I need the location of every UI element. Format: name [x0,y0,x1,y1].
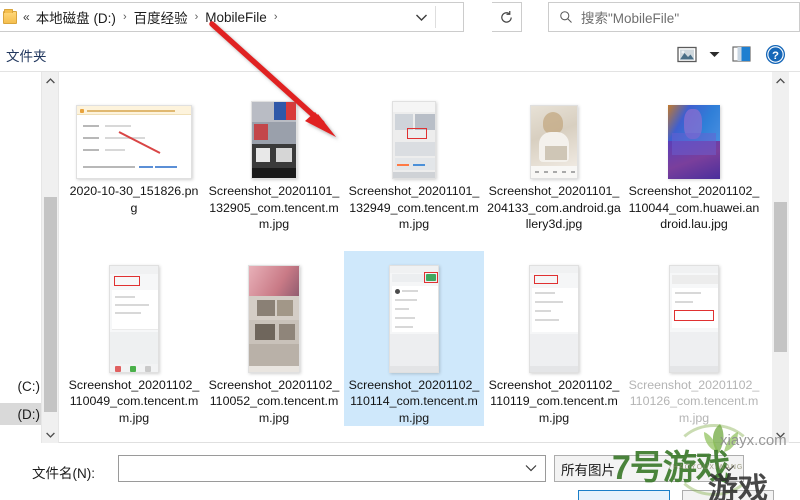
scroll-up-icon[interactable] [772,72,789,89]
thumbnail [204,84,344,179]
svg-text:?: ? [772,50,779,62]
toolbar-icon-group: ? [670,36,792,72]
thumbnail [624,259,764,373]
picture-view-icon [677,46,697,62]
chevron-right-icon[interactable]: › [123,11,127,23]
file-type-filter[interactable]: 所有图片 [554,455,744,482]
thumbnail [344,84,484,179]
filename-label: 文件名(N): [32,466,95,481]
thumbnail [624,84,764,179]
nav-item-drive-d[interactable]: (D:) [0,403,41,425]
search-box[interactable]: 搜索"MobileFile" [548,2,800,32]
file-name: Screenshot_20201102_110119_com.tencent.m… [488,377,620,425]
file-name: Screenshot_20201102_110049_com.tencent.m… [68,377,200,425]
file-browser-content: (C:) (D:) 2020-10-30_151826.png Screensh… [0,72,800,443]
breadcrumb-item-drive[interactable]: 本地磁盘 (D:) [35,7,117,27]
file-name: Screenshot_20201102_110126_com.tencent.m… [628,377,760,425]
nav-item-drive-c[interactable]: (C:) [0,375,41,397]
file-item[interactable]: Screenshot_20201101_132949_com.tencent.m… [344,76,484,251]
file-item[interactable]: Screenshot_20201101_204133_com.android.g… [484,76,624,251]
thumbnail [204,259,344,373]
scroll-down-icon[interactable] [772,426,789,443]
file-name: Screenshot_20201101_132949_com.tencent.m… [348,184,480,231]
file-type-filter-value[interactable]: 所有图片 [561,459,615,479]
file-name: Screenshot_20201102_110114_com.tencent.m… [348,377,480,425]
view-mode-button[interactable] [670,39,704,69]
file-row: 2020-10-30_151826.png Screenshot_2020110… [64,76,772,251]
search-icon [560,11,572,23]
file-name: Screenshot_20201101_204133_com.android.g… [487,184,621,231]
file-open-dialog: « 本地磁盘 (D:) › 百度经验 › MobileFile › 搜索"Mob… [0,0,800,500]
toolbar: 文件夹 ? [0,36,800,72]
cancel-button[interactable] [682,490,774,500]
thumb-phone-list-green [389,264,439,373]
thumbnail [64,84,204,179]
help-icon: ? [765,44,785,64]
file-item[interactable]: Screenshot_20201102_110126_com.tencent.m… [624,251,764,426]
thumb-phone-photos [248,264,300,373]
help-button[interactable]: ? [758,39,792,69]
chevron-down-icon[interactable] [723,463,735,475]
address-bar[interactable]: « 本地磁盘 (D:) › 百度经验 › MobileFile › [0,2,464,32]
preview-pane-icon [731,46,751,62]
chevron-down-icon[interactable] [525,463,537,475]
address-separator [435,6,436,28]
thumb-photo-collage [251,101,297,179]
scroll-down-icon[interactable] [42,426,59,443]
file-item[interactable]: Screenshot_20201102_110044_com.huawei.an… [624,76,764,251]
address-bar-row: « 本地磁盘 (D:) › 百度经验 › MobileFile › 搜索"Mob… [0,0,800,36]
thumb-phone-chat [109,264,159,373]
preview-pane-button[interactable] [724,39,758,69]
file-item[interactable]: 2020-10-30_151826.png [64,76,204,251]
folder-icon [3,8,17,24]
filename-input[interactable] [118,455,546,482]
file-item[interactable]: Screenshot_20201101_132905_com.tencent.m… [204,76,344,251]
file-grid: 2020-10-30_151826.png Screenshot_2020110… [60,72,772,443]
thumbnail [344,259,484,373]
thumb-document-page [76,105,192,179]
thumbnail [484,259,624,373]
thumb-photo-purple [668,105,720,179]
thumbnail [64,259,204,373]
scrollbar-thumb[interactable] [774,202,787,352]
thumb-phone-list-red [669,264,719,373]
new-folder-button[interactable]: 文件夹 [6,45,47,65]
scroll-up-icon[interactable] [42,72,59,89]
thumb-phone-list [529,264,579,373]
scrollbar-thumb[interactable] [44,197,57,412]
address-dropdown-icon[interactable] [407,3,435,31]
file-grid-scrollbar[interactable] [772,72,789,443]
file-name: 2020-10-30_151826.png [69,184,199,215]
search-input-placeholder[interactable]: 搜索"MobileFile" [581,7,679,27]
file-item[interactable]: Screenshot_20201102_110052_com.tencent.m… [204,251,344,426]
open-button[interactable] [578,490,670,500]
file-name: Screenshot_20201102_110052_com.tencent.m… [208,377,340,425]
file-item-selected[interactable]: Screenshot_20201102_110114_com.tencent.m… [344,251,484,426]
nav-pane-scrollbar[interactable] [42,72,59,443]
chevron-right-icon[interactable]: › [274,11,278,23]
file-item[interactable]: Screenshot_20201102_110049_com.tencent.m… [64,251,204,426]
navigation-pane: (C:) (D:) [0,72,42,443]
breadcrumb-overflow-icon[interactable]: « [23,10,30,24]
thumb-photo-grid-red [392,101,436,179]
breadcrumb-item-baidu[interactable]: 百度经验 [133,7,189,27]
refresh-icon [501,10,512,23]
view-mode-dropdown-button[interactable] [704,39,724,69]
file-row: Screenshot_20201102_110049_com.tencent.m… [64,251,772,426]
thumb-photo-person [530,105,578,179]
refresh-button[interactable] [492,2,522,32]
thumbnail [484,84,624,179]
breadcrumb-item-mobilefile[interactable]: MobileFile [204,10,268,25]
file-item[interactable]: Screenshot_20201102_110119_com.tencent.m… [484,251,624,426]
chevron-down-icon [709,51,719,57]
breadcrumb: « 本地磁盘 (D:) › 百度经验 › MobileFile › [23,7,283,27]
file-name: Screenshot_20201102_110044_com.huawei.an… [628,184,760,231]
file-name: Screenshot_20201101_132905_com.tencent.m… [208,184,340,231]
chevron-right-icon[interactable]: › [195,11,199,23]
